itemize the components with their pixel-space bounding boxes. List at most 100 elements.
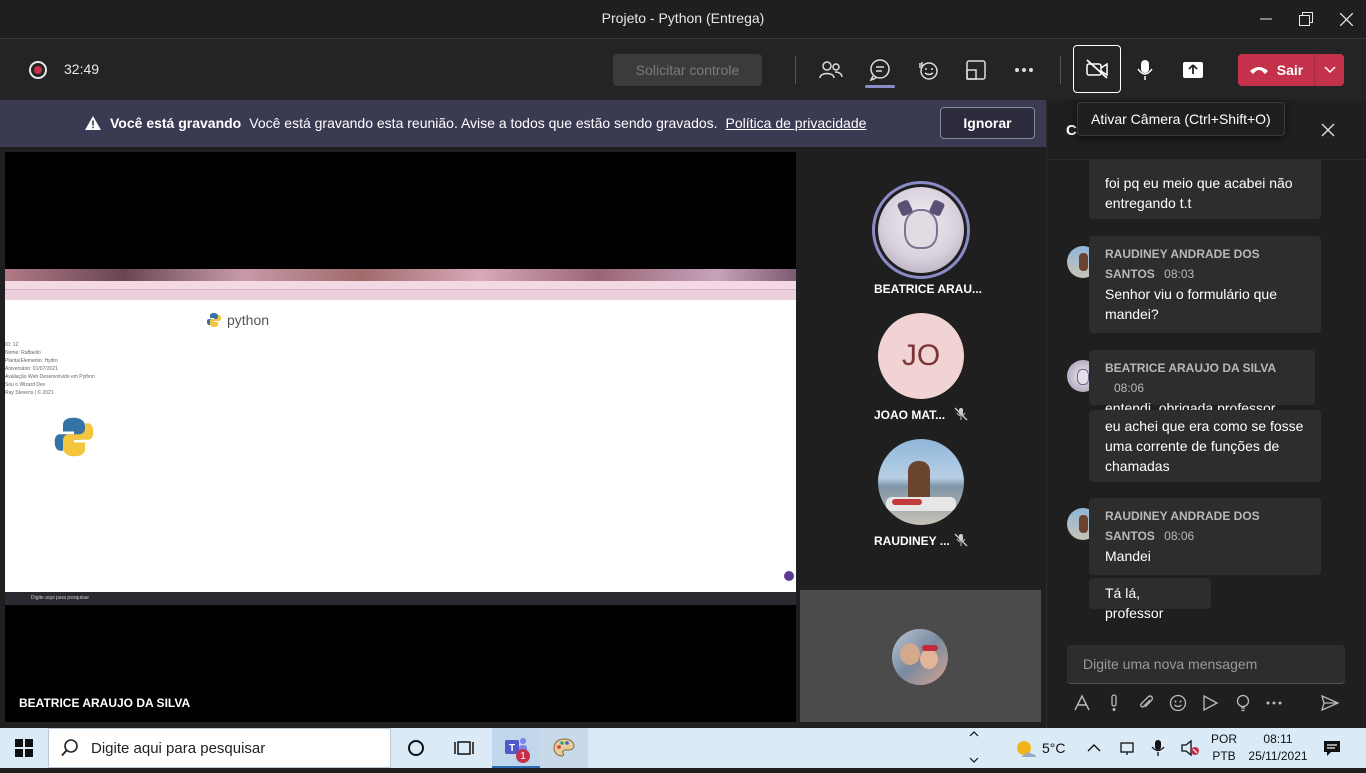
chat-message: RAUDINEY ANDRADE DOS SANTOS 08:06 Mandei bbox=[1089, 498, 1321, 575]
format-icon bbox=[1074, 694, 1090, 711]
participant-initials-avatar[interactable]: JO bbox=[878, 313, 964, 399]
chat-message: BEATRICE ARAUJO DA SILVA 08:06 entendi, … bbox=[1089, 350, 1315, 416]
shared-bookmarks-bar bbox=[5, 290, 796, 300]
leave-label: Sair bbox=[1276, 62, 1304, 78]
shared-page-text: ID: 12 Nome: Raffaello Planta/Elemento: … bbox=[5, 341, 205, 398]
cortana-button[interactable] bbox=[392, 728, 440, 768]
hang-up-icon bbox=[1249, 67, 1268, 74]
participants-gallery: BEATRICE ARAU... JO JOAO MAT... RAUDINEY… bbox=[800, 152, 1041, 588]
windows-logo-icon bbox=[15, 739, 33, 757]
participant-tile[interactable] bbox=[878, 439, 964, 525]
shared-line: Planta/Elemento: Hydro bbox=[5, 358, 58, 364]
cortana-circle-icon bbox=[408, 740, 424, 756]
network-icon[interactable] bbox=[1118, 739, 1136, 757]
priority-button[interactable] bbox=[1103, 692, 1125, 714]
format-button[interactable] bbox=[1071, 692, 1093, 714]
shared-line: Sou o Wizard Dev bbox=[5, 382, 46, 388]
chat-message-meta: RAUDINEY ANDRADE DOS SANTOS 08:06 bbox=[1105, 506, 1305, 546]
weather-temperature[interactable]: 5°C bbox=[1042, 740, 1066, 757]
python-big-logo-icon bbox=[54, 417, 94, 457]
chat-message-text: Senhor viu o formulário que mandei? bbox=[1105, 286, 1277, 322]
emoji-icon bbox=[1169, 694, 1187, 712]
maximize-button[interactable] bbox=[1286, 0, 1326, 38]
shared-line: Nome: Raffaello bbox=[5, 350, 41, 356]
windows-taskbar: Digite aqui para pesquisar T 1 5°C POR P… bbox=[0, 728, 1366, 768]
participant-tile[interactable] bbox=[872, 181, 970, 279]
input-language[interactable]: POR PTB bbox=[1207, 731, 1241, 765]
raise-hand-icon bbox=[919, 62, 938, 80]
more-actions-button[interactable] bbox=[1007, 54, 1041, 86]
praise-button[interactable] bbox=[1232, 692, 1254, 714]
leave-button[interactable]: Sair bbox=[1238, 54, 1314, 86]
volume-muted-icon[interactable] bbox=[1180, 739, 1200, 757]
reactions-button[interactable] bbox=[911, 54, 945, 86]
chat-message-text: eu achei que era como se fosse uma corre… bbox=[1105, 418, 1304, 474]
svg-text:T: T bbox=[509, 743, 515, 754]
clock[interactable]: 08:11 25/11/2021 bbox=[1245, 731, 1311, 765]
attach-button[interactable] bbox=[1135, 692, 1157, 714]
notifications-button[interactable] bbox=[1322, 739, 1342, 757]
privacy-policy-link[interactable]: Política de privacidade bbox=[726, 115, 867, 131]
ignore-button[interactable]: Ignorar bbox=[940, 107, 1035, 139]
close-chat-button[interactable] bbox=[1321, 123, 1337, 139]
weather-icon[interactable] bbox=[1014, 738, 1038, 758]
camera-tooltip: Ativar Câmera (Ctrl+Shift+O) bbox=[1077, 102, 1285, 136]
chat-timestamp: 08:06 bbox=[1164, 529, 1195, 543]
close-window-button[interactable] bbox=[1326, 0, 1366, 38]
microphone-button[interactable] bbox=[1128, 54, 1162, 86]
chat-message: RAUDINEY ANDRADE DOS SANTOS 08:03 Senhor… bbox=[1089, 236, 1321, 333]
meeting-toolbar: 32:49 Solicitar controle Sair bbox=[0, 38, 1366, 100]
chat-button[interactable] bbox=[863, 54, 897, 88]
request-control-button[interactable]: Solicitar controle bbox=[613, 54, 762, 86]
teams-taskbar-button[interactable]: T 1 bbox=[492, 728, 540, 768]
window-title: Projeto - Python (Entrega) bbox=[601, 10, 765, 26]
lightbulb-icon bbox=[1236, 694, 1250, 712]
search-icon bbox=[61, 739, 78, 757]
toolbar-divider bbox=[795, 56, 796, 84]
participants-button[interactable] bbox=[814, 54, 848, 86]
participant-name: JOAO MAT... bbox=[874, 408, 946, 422]
task-view-icon bbox=[454, 741, 474, 755]
start-button[interactable] bbox=[0, 728, 48, 768]
shared-chat-head-icon bbox=[784, 571, 794, 581]
teams-badge: 1 bbox=[516, 749, 530, 763]
chat-message-meta: BEATRICE ARAUJO DA SILVA 08:06 bbox=[1105, 358, 1299, 398]
chat-message-meta: RAUDINEY ANDRADE DOS SANTOS 08:03 bbox=[1105, 244, 1305, 284]
compose-message-input[interactable]: Digite uma nova mensagem bbox=[1067, 645, 1345, 684]
giphy-button[interactable] bbox=[1199, 692, 1221, 714]
chat-timestamp: 08:03 bbox=[1164, 267, 1195, 281]
taskbar-search-box[interactable]: Digite aqui para pesquisar bbox=[48, 728, 391, 768]
more-options-button[interactable] bbox=[1263, 692, 1285, 714]
camera-off-icon bbox=[1086, 59, 1108, 79]
recording-text: Você está gravando esta reunião. Avise a… bbox=[249, 115, 718, 131]
shared-browser-tabs bbox=[5, 269, 796, 281]
camera-toggle-button[interactable] bbox=[1073, 45, 1121, 93]
emoji-button[interactable] bbox=[1167, 692, 1189, 714]
chat-timestamp: 08:06 bbox=[1114, 381, 1145, 395]
recording-message: Você está gravando Você está gravando es… bbox=[84, 115, 866, 131]
restore-icon bbox=[1299, 12, 1313, 26]
mic-tray-icon[interactable] bbox=[1150, 739, 1166, 757]
minimize-button[interactable] bbox=[1246, 0, 1286, 38]
shared-address-bar bbox=[5, 281, 796, 290]
close-icon bbox=[1321, 123, 1335, 137]
search-placeholder: Digite aqui para pesquisar bbox=[91, 739, 266, 757]
paint-taskbar-button[interactable] bbox=[540, 728, 588, 768]
mic-muted-icon bbox=[954, 407, 968, 421]
shared-python-wordmark: python bbox=[227, 312, 270, 328]
exclamation-icon bbox=[1111, 694, 1117, 711]
show-hidden-icons-button[interactable] bbox=[1086, 740, 1102, 756]
leave-options-button[interactable] bbox=[1314, 54, 1344, 86]
send-button[interactable] bbox=[1319, 692, 1341, 714]
shared-line: Avaliação Web Desenvolvido em Python bbox=[5, 374, 95, 380]
share-screen-button[interactable] bbox=[1176, 54, 1210, 86]
recording-title: Você está gravando bbox=[110, 115, 242, 131]
send-icon bbox=[1321, 695, 1339, 711]
breakout-rooms-icon bbox=[966, 60, 986, 80]
tray-scroll-arrows[interactable] bbox=[966, 728, 982, 768]
rooms-button[interactable] bbox=[959, 54, 993, 86]
more-icon bbox=[1266, 701, 1282, 705]
leave-button-group: Sair bbox=[1238, 54, 1344, 86]
task-view-button[interactable] bbox=[440, 728, 488, 768]
self-view-tile[interactable] bbox=[800, 590, 1041, 722]
